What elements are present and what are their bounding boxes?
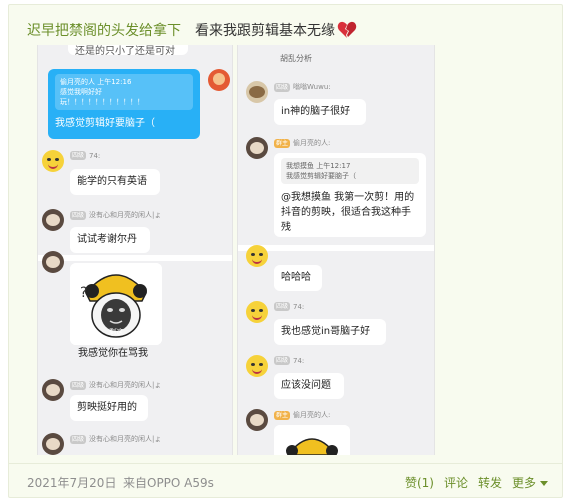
screenshot-divider xyxy=(38,255,232,261)
avatar[interactable] xyxy=(246,81,268,103)
avatar[interactable] xyxy=(246,137,268,159)
level-badge: 四级 xyxy=(70,434,87,444)
avatar[interactable] xyxy=(246,301,268,323)
avatar[interactable] xyxy=(42,379,64,401)
chat-screenshot-left[interactable]: 还是的只小了还是可对 偷月亮的人 上午12:16 感觉我啊好好 玩！！！！！！！… xyxy=(37,45,233,455)
sender-name: 偷月亮的人: xyxy=(293,139,331,147)
avatar[interactable] xyxy=(42,209,64,231)
message-bubble: 试试考谢尔丹 xyxy=(70,227,150,253)
clipped-message: 胡乱分析 xyxy=(280,54,312,63)
post-footer: 2021年7月20日 来自OPPO A59s 赞(1) 评论 转发 更多 xyxy=(9,463,562,499)
sender-meta: 四级 74: xyxy=(70,151,100,160)
sender-name: 74: xyxy=(293,356,305,365)
avatar[interactable] xyxy=(42,251,64,273)
message-bubble: 我也感觉in哥脑子好 xyxy=(274,319,386,345)
clipped-message: 还是的只小了还是可对 xyxy=(68,45,188,57)
like-button[interactable]: 赞(1) xyxy=(405,474,434,491)
post-actions: 赞(1) 评论 转发 更多 xyxy=(405,474,548,491)
sender-name: 没有心和月亮的闲人|ょ xyxy=(89,435,162,443)
reply-bubble: 我想摸鱼 上午12:17 我感觉剪辑好要脑子（ @我想摸鱼 我第一次剪！用的抖音… xyxy=(274,153,426,237)
quote-line: 我感觉剪辑好要脑子（ xyxy=(286,172,356,180)
sender-meta: 四级 没有心和月亮的闲人|ょ xyxy=(70,380,161,390)
sender-meta: 群主 偷月亮的人: xyxy=(274,410,330,420)
sender-meta: 四级 74: xyxy=(274,302,304,311)
message-bubble: 应该没问题 xyxy=(274,373,344,399)
quote-header: 偷月亮的人 上午12:16 xyxy=(60,78,132,86)
post-source: 来自OPPO A59s xyxy=(123,476,214,490)
message-bubble: 哈哈哈 xyxy=(274,265,322,291)
level-badge: 群主 xyxy=(274,138,291,148)
message-bubble: 剪映挺好用的 xyxy=(70,395,148,421)
sender-meta: 群主 偷月亮的人: xyxy=(274,138,330,148)
quote-header: 我想摸鱼 上午12:17 xyxy=(286,162,351,170)
avatar[interactable] xyxy=(246,355,268,377)
avatar[interactable] xyxy=(208,69,230,91)
message-text: 我感觉你在骂我 xyxy=(78,348,148,359)
panda-meme-icon: ? xyxy=(274,425,350,455)
quote-line: 感觉我啊好好 xyxy=(60,88,102,96)
chat-screenshot-right[interactable]: 胡乱分析 四级 嗡嗡Wuwu: in神的脑子很好 群主 偷月亮的人: 我想摸鱼 … xyxy=(237,45,435,455)
avatar[interactable] xyxy=(246,245,268,267)
sender-name: 嗡嗡Wuwu: xyxy=(293,83,331,91)
sender-meta: 四级 嗡嗡Wuwu: xyxy=(274,82,331,92)
level-badge: 四级 xyxy=(274,356,291,365)
quote-line: 玩！！！！！！！！！！！ xyxy=(60,98,144,106)
sender-name: 74: xyxy=(89,151,101,160)
screenshot-divider xyxy=(238,245,434,251)
sticker-caption: 剩这 xyxy=(109,328,123,336)
sender-name: 74: xyxy=(293,302,305,311)
level-badge: 四级 xyxy=(70,151,87,160)
message-text: 我感觉剪辑好要脑子（ xyxy=(55,118,155,129)
post-header: 迟早把禁阁的头发给拿下 看来我跟剪辑基本无缘 xyxy=(27,19,357,41)
reply-bubble-own: 偷月亮的人 上午12:16 感觉我啊好好 玩！！！！！！！！！！！ 我感觉剪辑好… xyxy=(48,69,200,139)
level-badge: 四级 xyxy=(70,210,87,220)
post-text: 看来我跟剪辑基本无缘 xyxy=(195,23,335,39)
level-badge: 四级 xyxy=(274,302,291,311)
caret-down-icon xyxy=(540,481,548,486)
quoted-message: 我想摸鱼 上午12:17 我感觉剪辑好要脑子（ xyxy=(281,158,419,184)
avatar[interactable] xyxy=(42,433,64,455)
level-badge: 四级 xyxy=(274,82,291,92)
broken-heart-icon xyxy=(337,21,357,38)
more-label: 更多 xyxy=(511,476,536,490)
message-bubble: 能学的只有英语 xyxy=(70,169,160,195)
repost-button[interactable]: 转发 xyxy=(478,474,502,491)
level-badge: 四级 xyxy=(70,380,87,390)
sender-meta: 四级 没有心和月亮的闲人|ょ xyxy=(70,210,161,220)
sticker-image[interactable]: ? 剩这 xyxy=(70,263,162,345)
message-bubble: in神的脑子很好 xyxy=(274,99,366,125)
sender-name: 没有心和月亮的闲人|ょ xyxy=(89,381,162,389)
comment-button[interactable]: 评论 xyxy=(444,474,468,491)
more-button[interactable]: 更多 xyxy=(512,474,548,491)
svg-text:?: ? xyxy=(80,285,87,301)
sender-meta: 四级 74: xyxy=(274,356,304,365)
message-text: @我想摸鱼 我第一次剪！用的抖音的剪映，很适合我这种手残 xyxy=(281,192,415,233)
post-author-link[interactable]: 迟早把禁阁的头发给拿下 xyxy=(27,20,181,40)
svg-text:?: ? xyxy=(278,453,284,455)
avatar[interactable] xyxy=(246,409,268,431)
sticker-image[interactable]: ? xyxy=(274,425,350,455)
sender-name: 偷月亮的人: xyxy=(293,411,331,419)
weibo-post-card: 迟早把禁阁的头发给拿下 看来我跟剪辑基本无缘 还是的只小了还是可对 偷月亮的人 … xyxy=(8,4,563,498)
level-badge: 群主 xyxy=(274,410,291,420)
avatar[interactable] xyxy=(42,150,64,172)
quoted-message: 偷月亮的人 上午12:16 感觉我啊好好 玩！！！！！！！！！！！ xyxy=(55,74,193,110)
post-date[interactable]: 2021年7月20日 xyxy=(27,474,116,491)
sender-meta: 四级 没有心和月亮的闲人|ょ xyxy=(70,434,161,444)
sender-name: 没有心和月亮的闲人|ょ xyxy=(89,211,162,219)
